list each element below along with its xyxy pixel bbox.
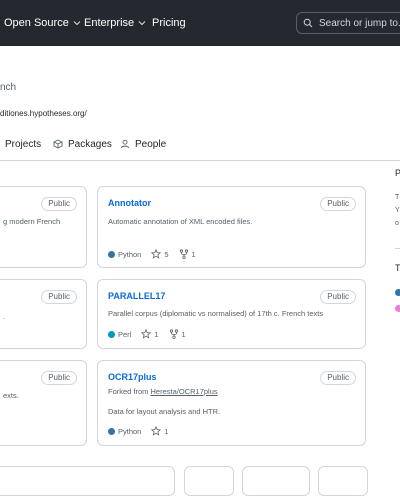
repo-forks[interactable]: 1 [169,329,186,339]
repo-description: . [3,312,6,321]
visibility-badge: Public [41,371,77,385]
repo-name-link[interactable]: Annotator [108,198,151,208]
bottom-button[interactable] [318,466,368,496]
tab-people[interactable]: People [120,132,166,156]
search-input[interactable]: Search or jump to... [296,12,400,34]
repo-language: Python [108,250,141,259]
tab-projects-label: Projects [5,138,42,150]
package-icon [53,139,63,149]
forks-count: 1 [191,249,196,259]
search-placeholder: Search or jump to... [319,17,400,29]
stars-count: 5 [164,249,169,259]
tab-packages-label: Packages [68,138,112,150]
sidebar-heading: T [395,263,400,273]
repo-language: Perl [108,330,131,339]
nav-open-source[interactable]: Open Source [4,0,81,46]
repo-description: exts. [3,391,19,400]
repo-stars[interactable]: 5 [151,249,169,259]
sidebar-text-line: o [395,220,399,227]
person-icon [121,139,129,149]
top-header: Open Source Enterprise Pricing Search or… [0,0,400,46]
repo-description: Data for layout analysis and HTR. [108,407,221,416]
language-label: Python [118,426,142,436]
repo-card-parallel17[interactable]: PARALLEL17 Public Parallel corpus (diplo… [97,279,366,349]
sidebar-heading: P [395,168,400,178]
nav-enterprise[interactable]: Enterprise [84,0,146,46]
repo-card-annotator[interactable]: Annotator Public Automatic annotation of… [97,186,366,268]
repo-description: g modern French [3,217,61,226]
language-color-dot [108,250,115,258]
org-description: nch [0,82,17,93]
fork-icon [169,329,178,339]
sidebar-text-line: Y [395,207,400,214]
tabs-divider [0,160,400,161]
repo-name-link[interactable]: OCR17plus [108,372,157,382]
language-color-dot [108,427,115,435]
sidebar-language-dot [395,289,400,296]
repo-description: Parallel corpus (diplomatic vs normalise… [108,309,324,318]
sidebar-divider [395,248,400,249]
tab-projects[interactable]: Projects [5,132,41,156]
repo-card-ocr17plus[interactable]: OCR17plus Public Forked from Heresta/OCR… [97,360,366,446]
star-icon [151,426,162,436]
repo-meta: Python 5 1 [108,249,206,259]
stars-count: 1 [154,329,159,339]
forked-from-text: Forked from Heresta/OCR17plus [108,387,218,396]
repo-description: Automatic annotation of XML encoded file… [108,217,253,226]
visibility-badge: Public [320,371,356,385]
bottom-button[interactable] [242,466,310,496]
tab-people-label: People [135,138,167,150]
search-icon [303,18,313,28]
repo-meta: Python 1 [108,426,179,436]
tab-packages[interactable]: Packages [53,132,112,156]
repo-card-left-1[interactable]: Public g modern French [0,186,87,268]
sidebar-text-line: T [395,194,400,201]
language-label: Python [118,249,142,259]
forks-count: 1 [181,329,186,339]
chevron-down-icon [138,21,146,26]
sidebar-language-dot [395,305,400,312]
bottom-input[interactable] [0,466,175,496]
star-icon [141,329,152,339]
repo-stars[interactable]: 1 [151,426,169,436]
nav-pricing-label: Pricing [152,17,186,29]
repo-stars[interactable]: 1 [141,329,159,339]
nav-open-source-label: Open Source [4,17,69,29]
repo-card-left-2[interactable]: Public . [0,279,87,349]
bottom-button[interactable] [184,466,234,496]
repo-name-link[interactable]: PARALLEL17 [108,291,165,301]
language-color-dot [108,330,115,338]
language-label: Perl [118,329,132,339]
forked-from-link[interactable]: Heresta/OCR17plus [151,387,218,396]
page: Open Source Enterprise Pricing Search or… [0,0,400,500]
fork-icon [179,249,188,259]
visibility-badge: Public [320,290,356,304]
visibility-badge: Public [320,197,356,211]
forked-prefix: Forked from [108,387,151,396]
repo-forks[interactable]: 1 [179,249,196,259]
repo-language: Python [108,427,141,436]
visibility-badge: Public [41,290,77,304]
nav-enterprise-label: Enterprise [84,17,135,29]
org-website-link[interactable]: ditiones.hypotheses.org/ [0,109,87,118]
nav-pricing[interactable]: Pricing [152,0,186,46]
repo-card-left-3[interactable]: Public exts. [0,360,87,446]
star-icon [151,249,162,259]
visibility-badge: Public [41,197,77,211]
chevron-down-icon [73,21,81,26]
stars-count: 1 [164,426,169,436]
org-tabs: Projects Packages People [0,132,400,156]
repo-meta: Perl 1 1 [108,329,196,339]
